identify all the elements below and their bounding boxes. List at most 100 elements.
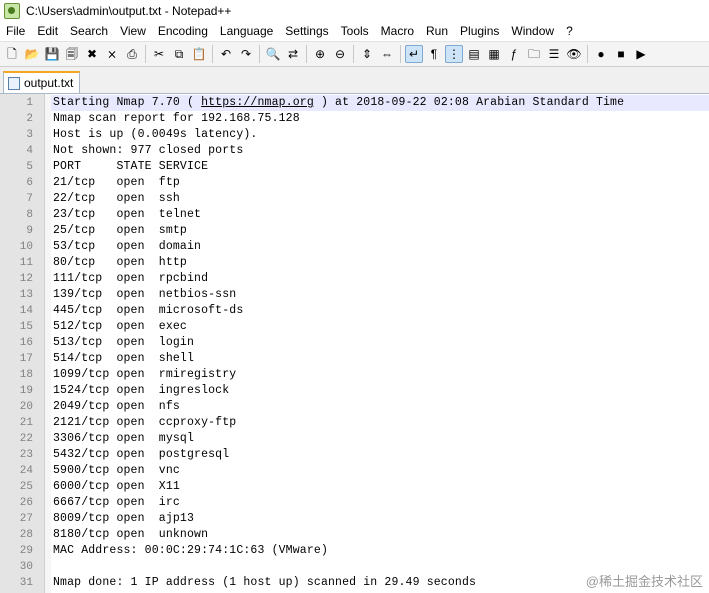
editor-line[interactable]: Host is up (0.0049s latency). xyxy=(0,127,709,143)
line-text: 111/tcp open rpcbind xyxy=(53,272,209,285)
editor-line[interactable]: 22/tcp open ssh xyxy=(0,191,709,207)
doc-map-icon[interactable]: ▦ xyxy=(485,45,503,63)
line-number: 10 xyxy=(19,241,33,253)
line-number: 13 xyxy=(19,289,33,301)
editor-line[interactable]: Starting Nmap 7.70 ( https://nmap.org ) … xyxy=(0,95,709,111)
editor-line[interactable]: 5432/tcp open postgresql xyxy=(0,447,709,463)
redo-icon[interactable]: ↷ xyxy=(237,45,255,63)
url-link[interactable]: https://nmap.org xyxy=(201,96,314,109)
user-lang-icon[interactable]: ▤ xyxy=(465,45,483,63)
editor-line[interactable]: 23/tcp open telnet xyxy=(0,207,709,223)
editor-line[interactable]: 25/tcp open smtp xyxy=(0,223,709,239)
line-text: Nmap done: 1 IP address (1 host up) scan… xyxy=(53,576,477,589)
editor-line[interactable]: Not shown: 977 closed ports xyxy=(0,143,709,159)
replace-icon[interactable]: ⇄ xyxy=(284,45,302,63)
close-icon[interactable]: ✖ xyxy=(83,45,101,63)
document-icon xyxy=(8,76,20,90)
editor-line[interactable]: 6667/tcp open irc xyxy=(0,495,709,511)
sync-horizontal-icon[interactable]: ⇔ xyxy=(378,45,396,63)
line-number-row: 31 xyxy=(0,575,44,591)
doc-list-icon[interactable]: ☰ xyxy=(545,45,563,63)
menu-file[interactable]: File xyxy=(0,22,31,41)
editor-line[interactable]: 1524/tcp open ingreslock xyxy=(0,383,709,399)
open-file-icon[interactable]: 📂 xyxy=(23,45,41,63)
line-number: 6 xyxy=(26,177,33,189)
undo-icon[interactable]: ↶ xyxy=(217,45,235,63)
stop-macro-icon[interactable]: ■ xyxy=(612,45,630,63)
menu-plugins[interactable]: Plugins xyxy=(454,22,505,41)
menu-window[interactable]: Window xyxy=(505,22,560,41)
find-icon[interactable]: 🔍 xyxy=(264,45,282,63)
menu-search[interactable]: Search xyxy=(64,22,114,41)
editor-line[interactable]: MAC Address: 00:0C:29:74:1C:63 (VMware) xyxy=(0,543,709,559)
notepadpp-app-icon[interactable] xyxy=(4,3,20,19)
menu-settings[interactable]: Settings xyxy=(279,22,334,41)
line-number-row: 30 xyxy=(0,559,44,575)
paste-icon[interactable]: 📋 xyxy=(190,45,208,63)
tab-output-txt[interactable]: output.txt xyxy=(3,71,81,93)
editor-line[interactable]: 139/tcp open netbios-ssn xyxy=(0,287,709,303)
line-text: 6000/tcp open X11 xyxy=(53,480,180,493)
toolbar-separator xyxy=(212,45,213,63)
line-number: 25 xyxy=(19,481,33,493)
menu-language[interactable]: Language xyxy=(214,22,279,41)
tab-label: output.txt xyxy=(24,76,74,90)
sync-vertical-icon[interactable]: ⇕ xyxy=(358,45,376,63)
editor-line[interactable]: 5900/tcp open vnc xyxy=(0,463,709,479)
editor-line[interactable]: 2049/tcp open nfs xyxy=(0,399,709,415)
menu-encoding[interactable]: Encoding xyxy=(152,22,214,41)
editor-line[interactable]: 3306/tcp open mysql xyxy=(0,431,709,447)
menu-run[interactable]: Run xyxy=(420,22,454,41)
line-text: 21/tcp open ftp xyxy=(53,176,180,189)
save-icon[interactable]: 💾 xyxy=(43,45,61,63)
line-number: 7 xyxy=(26,193,33,205)
save-all-icon[interactable]: 🗐 xyxy=(63,45,81,63)
menu-tools[interactable]: Tools xyxy=(335,22,375,41)
editor-line[interactable]: 53/tcp open domain xyxy=(0,239,709,255)
editor-line[interactable]: PORT STATE SERVICE xyxy=(0,159,709,175)
line-number: 17 xyxy=(19,353,33,365)
copy-icon[interactable]: ⧉ xyxy=(170,45,188,63)
editor-line[interactable]: 8009/tcp open ajp13 xyxy=(0,511,709,527)
editor-line[interactable]: 512/tcp open exec xyxy=(0,319,709,335)
line-number: 3 xyxy=(26,129,33,141)
cut-icon[interactable]: ✂ xyxy=(150,45,168,63)
editor-line[interactable]: 6000/tcp open X11 xyxy=(0,479,709,495)
text-editor[interactable]: Starting Nmap 7.70 ( https://nmap.org ) … xyxy=(0,94,709,593)
editor-line[interactable]: 2121/tcp open ccproxy-ftp xyxy=(0,415,709,431)
line-number: 28 xyxy=(19,529,33,541)
editor-line[interactable]: 514/tcp open shell xyxy=(0,351,709,367)
show-all-chars-icon[interactable]: ¶ xyxy=(425,45,443,63)
word-wrap-icon[interactable]: ↵ xyxy=(405,45,423,63)
menu-edit[interactable]: Edit xyxy=(31,22,64,41)
zoom-in-icon[interactable]: ⊕ xyxy=(311,45,329,63)
editor-line[interactable]: 111/tcp open rpcbind xyxy=(0,271,709,287)
folder-workspace-icon[interactable]: 🗀 xyxy=(525,45,543,63)
play-macro-icon[interactable]: ▶ xyxy=(632,45,650,63)
editor-line[interactable]: 80/tcp open http xyxy=(0,255,709,271)
record-macro-icon[interactable]: ● xyxy=(592,45,610,63)
editor-line[interactable]: 21/tcp open ftp xyxy=(0,175,709,191)
new-file-icon[interactable]: 🗋 xyxy=(3,45,21,63)
editor-line[interactable]: 8180/tcp open unknown xyxy=(0,527,709,543)
line-text: 514/tcp open shell xyxy=(53,352,195,365)
menu-bar: File Edit Search View Encoding Language Settin… xyxy=(0,22,709,41)
editor-line[interactable]: 513/tcp open login xyxy=(0,335,709,351)
line-number-row: 18 xyxy=(0,367,44,383)
monitoring-icon[interactable]: 👁 xyxy=(565,45,583,63)
close-all-icon[interactable]: ⨯ xyxy=(103,45,121,63)
print-icon[interactable]: ⎙ xyxy=(123,45,141,63)
menu-view[interactable]: View xyxy=(114,22,152,41)
editor-line[interactable]: 445/tcp open microsoft-ds xyxy=(0,303,709,319)
function-list-icon[interactable]: ƒ xyxy=(505,45,523,63)
line-number: 31 xyxy=(19,577,33,589)
indent-guide-icon[interactable]: ⋮ xyxy=(445,45,463,63)
editor-line[interactable]: Nmap scan report for 192.168.75.128 xyxy=(0,111,709,127)
menu-macro[interactable]: Macro xyxy=(375,22,420,41)
line-text: 512/tcp open exec xyxy=(53,320,187,333)
menu-help[interactable]: ? xyxy=(560,22,579,41)
line-number: 27 xyxy=(19,513,33,525)
zoom-out-icon[interactable]: ⊖ xyxy=(331,45,349,63)
tab-bar: output.txt xyxy=(0,67,709,94)
editor-line[interactable]: 1099/tcp open rmiregistry xyxy=(0,367,709,383)
